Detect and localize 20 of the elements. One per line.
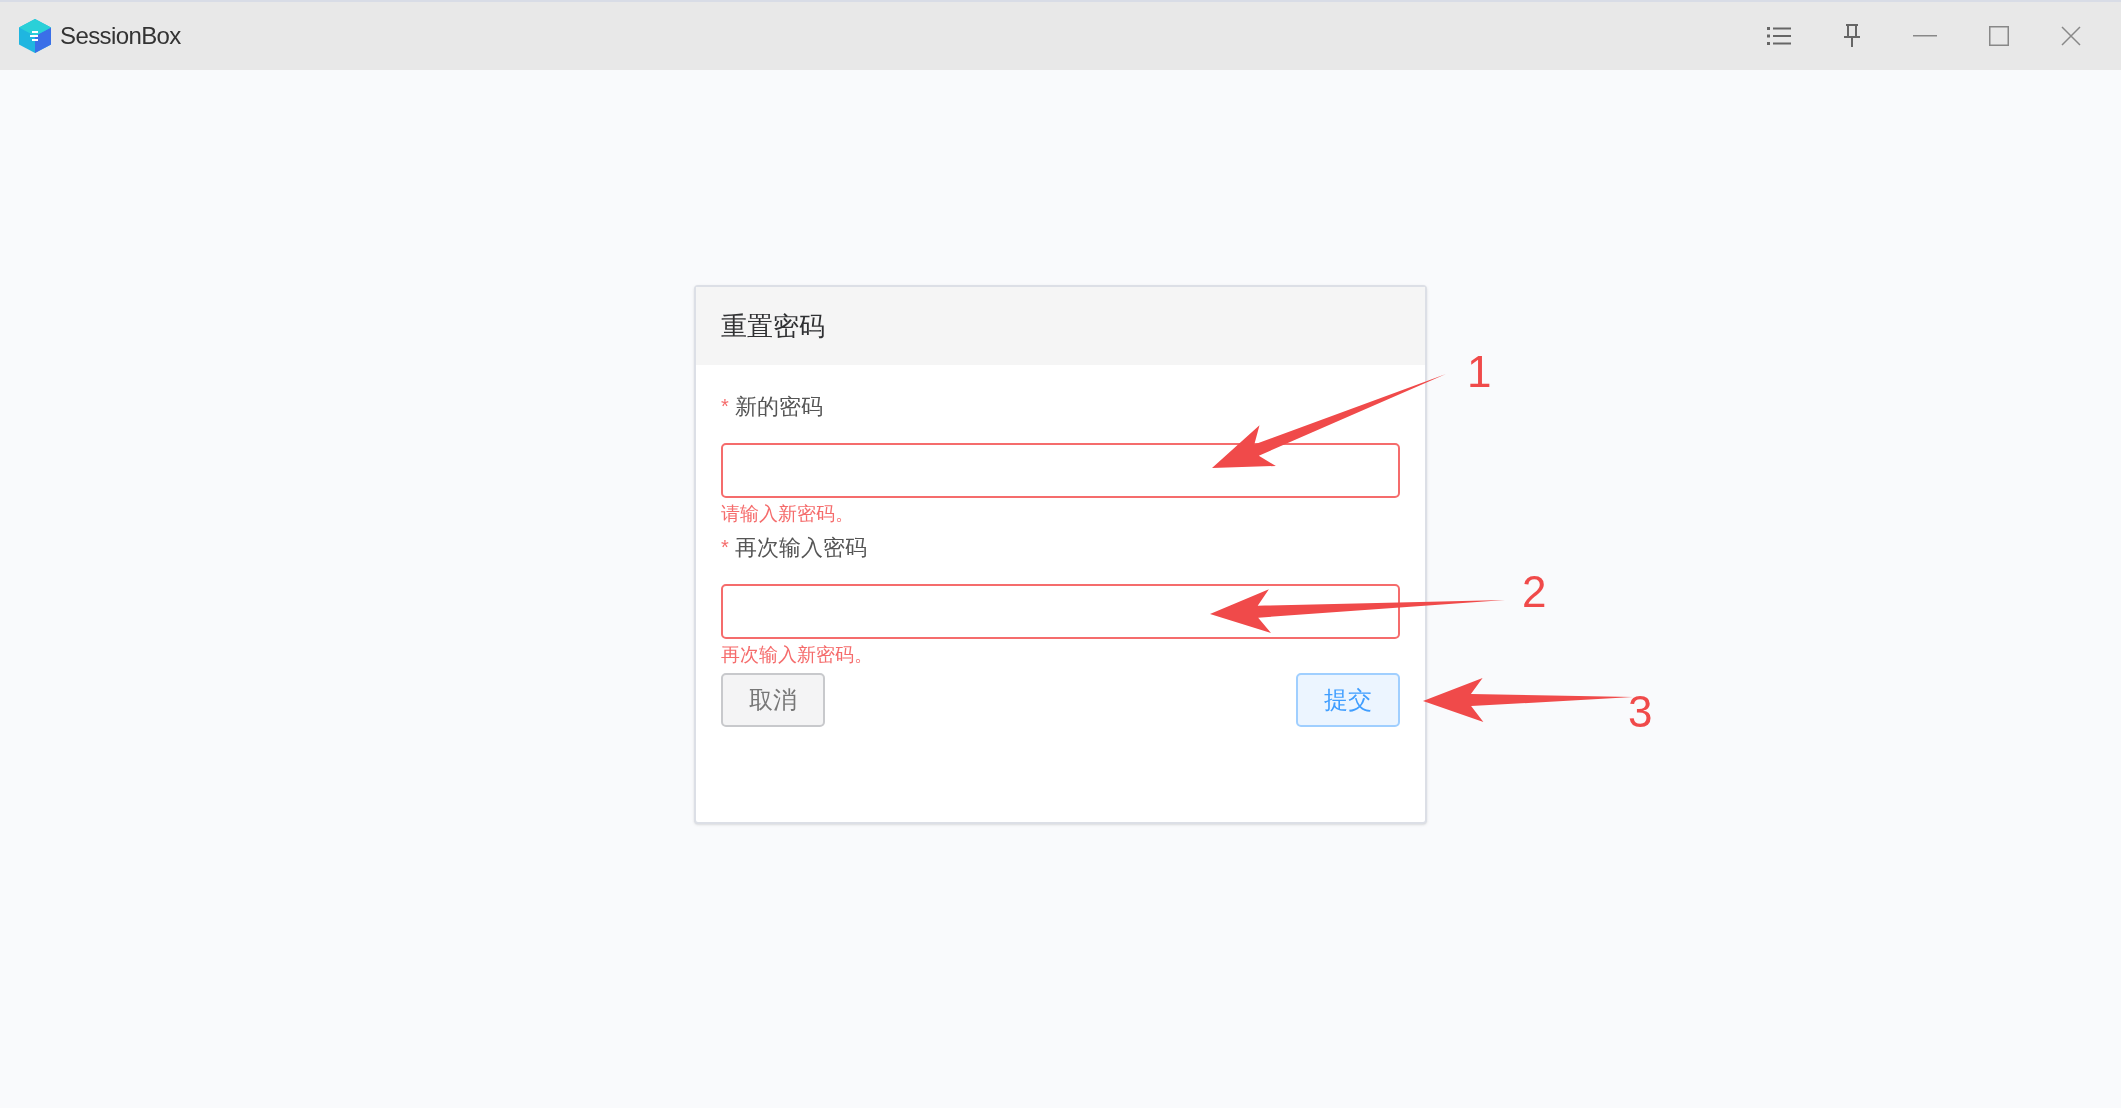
dialog-title: 重置密码 [721, 309, 825, 343]
app-logo-icon [18, 18, 52, 54]
field-label: 新的密码 [734, 392, 823, 421]
close-icon[interactable] [2061, 26, 2081, 46]
password-field[interactable] [721, 584, 1400, 639]
required-mark: * [721, 394, 729, 419]
menu-list-icon[interactable] [1767, 26, 1791, 46]
cancel-button[interactable]: 取消 [721, 673, 825, 727]
window-title: SessionBox [60, 21, 181, 51]
maximize-icon[interactable] [1989, 26, 2009, 46]
submit-button[interactable]: 提交 [1296, 673, 1400, 727]
annotation-number: 2 [1522, 570, 1547, 614]
annotation-number: 1 [1467, 350, 1492, 394]
annotation-number: 3 [1628, 690, 1653, 734]
error-message: 请输入新密码。 [721, 503, 854, 523]
pin-icon[interactable] [1843, 24, 1861, 48]
password-field[interactable] [721, 443, 1400, 498]
field-label: 再次输入密码 [734, 533, 867, 562]
required-mark: * [721, 535, 729, 560]
error-message: 再次输入新密码。 [721, 644, 873, 664]
